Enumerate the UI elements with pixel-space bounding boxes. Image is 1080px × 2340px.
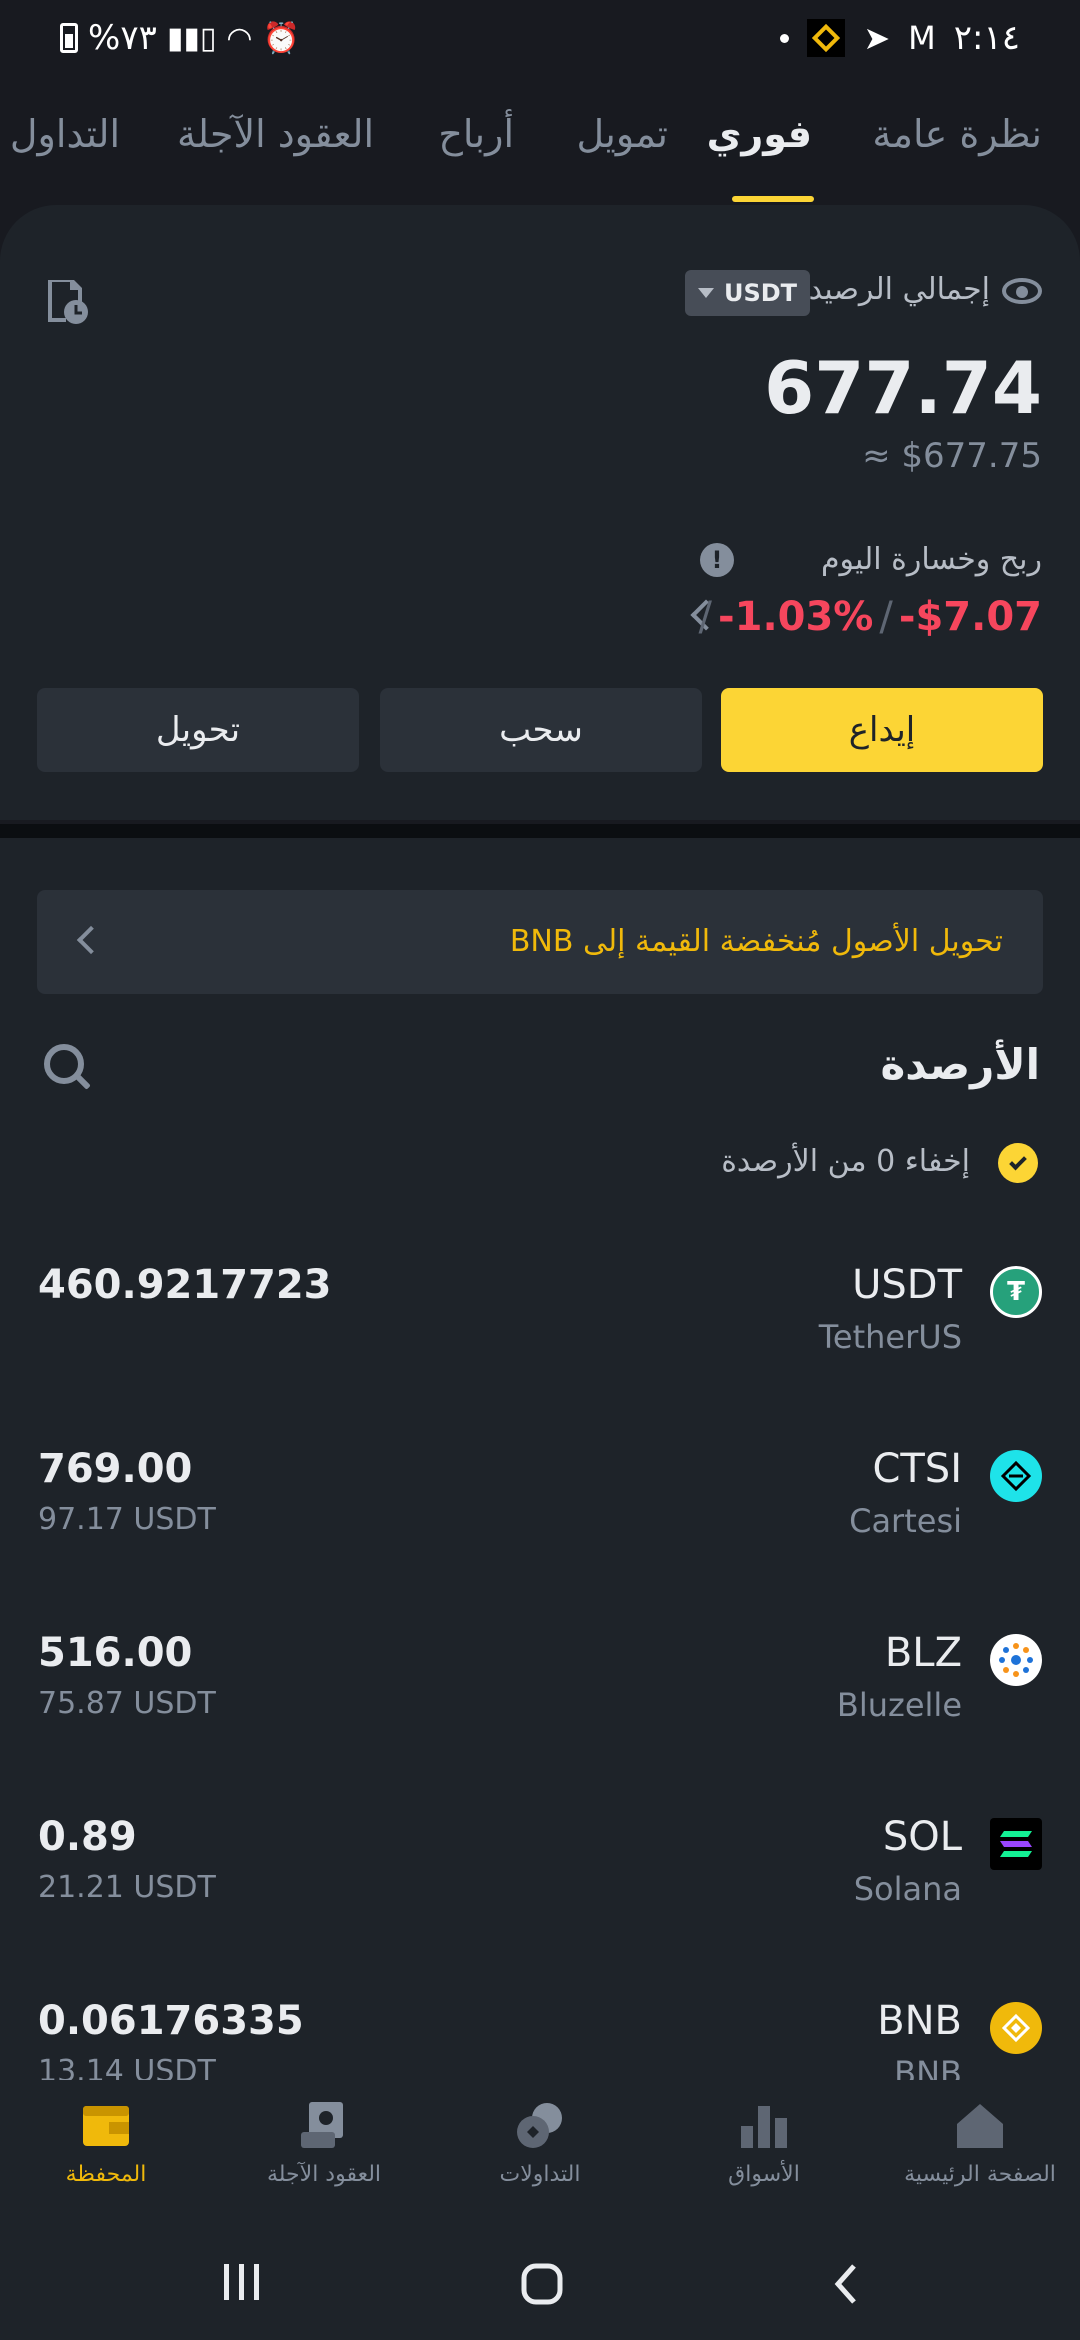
trades-icon: [513, 2100, 567, 2150]
telegram-icon: ➤: [863, 19, 891, 57]
nav-label: العقود الآجلة: [266, 2162, 382, 2187]
status-left: %٧٣ ▮▮▯ ◠ ⏰: [60, 18, 300, 58]
status-bar: %٧٣ ▮▮▯ ◠ ⏰ ➤ M ٢:١٤: [0, 0, 1080, 84]
asset-name: Cartesi: [849, 1502, 962, 1540]
asset-symbol: BLZ: [884, 1630, 962, 1676]
asset-amount: 516.00: [38, 1630, 193, 1676]
nav-label: التداولات: [499, 2162, 581, 2187]
asset-name: Solana: [853, 1870, 962, 1908]
sol-coin-icon: [990, 1818, 1042, 1870]
home-button-icon[interactable]: [520, 2262, 564, 2310]
transfer-button[interactable]: تحويل: [37, 688, 359, 772]
deposit-button[interactable]: إيداع: [721, 688, 1043, 772]
asset-row-usdt[interactable]: ₮ USDT TetherUS 460.9217723: [0, 1262, 1080, 1412]
balances-title: الأرصدة: [880, 1040, 1041, 1089]
withdraw-button[interactable]: سحب: [380, 688, 702, 772]
ctsi-coin-icon: [990, 1450, 1042, 1502]
total-balance-label: إجمالي الرصيد: [808, 272, 990, 307]
eye-icon[interactable]: [1002, 278, 1042, 304]
balance-usd-approx: ≈ $677.75: [862, 436, 1042, 476]
nav-label: المحفظة: [65, 2162, 147, 2187]
asset-name: BNB: [894, 2054, 962, 2082]
hide-zero-checkbox[interactable]: [998, 1143, 1038, 1183]
asset-symbol: SOL: [882, 1814, 962, 1860]
nav-label: الأسواق: [728, 2162, 800, 2187]
signal-icon: ▮▮▯: [166, 20, 217, 56]
asset-value: 75.87 USDT: [38, 1686, 216, 1721]
wifi-icon: ◠: [226, 20, 253, 56]
section-divider: [0, 824, 1080, 838]
asset-amount: 0.06176335: [38, 1998, 304, 2044]
alarm-icon: ⏰: [262, 20, 300, 56]
recent-apps-icon[interactable]: [220, 2262, 264, 2306]
active-tab-indicator: [732, 196, 814, 202]
asset-row-sol[interactable]: SOL Solana 0.89 21.21 USDT: [0, 1814, 1080, 1964]
nav-wallet[interactable]: المحفظة: [6, 2100, 206, 2187]
wallet-tabs: نظرة عامة فوري تمويل أرباح العقود الآجلة…: [0, 100, 1080, 210]
blz-coin-icon: [990, 1634, 1042, 1686]
markets-icon: [737, 2100, 791, 2150]
tab-overview[interactable]: نظرة عامة: [872, 112, 1042, 156]
history-icon[interactable]: [46, 276, 90, 326]
back-icon[interactable]: [830, 2262, 860, 2310]
currency-label: USDT: [723, 279, 798, 307]
total-balance-amount: 677.74: [764, 346, 1042, 430]
info-icon[interactable]: !: [700, 543, 734, 577]
pnl-label: ربح وخسارة اليوم: [820, 542, 1042, 577]
asset-amount: 769.00: [38, 1446, 193, 1492]
chevron-down-icon: [697, 288, 714, 298]
hide-zero-label: إخفاء 0 من الأرصدة: [721, 1144, 970, 1179]
nav-markets[interactable]: الأسواق: [664, 2100, 864, 2187]
nav-futures[interactable]: العقود الآجلة: [224, 2100, 424, 2187]
battery-icon: [60, 23, 78, 53]
tab-trading[interactable]: التداول ا: [0, 112, 120, 156]
asset-amount: 0.89: [38, 1814, 137, 1860]
currency-selector[interactable]: USDT: [685, 270, 810, 316]
pnl-amount: -$7.07: [898, 594, 1042, 640]
bottom-navigation: الصفحة الرئيسية الأسواق التداولات العقود…: [0, 2080, 1080, 2220]
pnl-percent: -1.03%: [718, 594, 874, 640]
convert-small-assets-banner[interactable]: تحويل الأصول مُنخفضة القيمة إلى BNB: [37, 890, 1043, 994]
nav-label: الصفحة الرئيسية: [904, 2162, 1056, 2187]
asset-value: 13.14 USDT: [38, 2054, 216, 2082]
status-right: ➤ M ٢:١٤: [780, 18, 1020, 58]
home-icon: [953, 2100, 1007, 2150]
separator: /: [698, 594, 713, 640]
clock-time: ٢:١٤: [953, 18, 1020, 58]
asset-row-ctsi[interactable]: CTSI Cartesi 769.00 97.17 USDT: [0, 1446, 1080, 1596]
gmail-icon: M: [908, 19, 936, 57]
bnb-coin-icon: [990, 2002, 1042, 2054]
asset-row-bnb[interactable]: BNB BNB 0.06176335 13.14 USDT: [0, 1998, 1080, 2082]
tab-earn[interactable]: أرباح: [438, 112, 514, 156]
notification-dot-icon: [780, 33, 790, 43]
asset-name: Bluzelle: [836, 1686, 962, 1724]
asset-symbol: BNB: [877, 1998, 962, 2044]
asset-name: TetherUS: [818, 1318, 962, 1356]
pnl-values[interactable]: / -1.03% / -$7.07: [699, 594, 1042, 640]
battery-text: %٧٣: [88, 18, 157, 58]
search-icon[interactable]: [44, 1044, 84, 1084]
tab-funding[interactable]: تمويل: [576, 112, 668, 156]
usdt-coin-icon: ₮: [990, 1266, 1042, 1318]
futures-icon: [297, 2100, 351, 2150]
binance-notification-icon: [807, 19, 846, 57]
tab-spot[interactable]: فوري: [707, 112, 812, 156]
nav-home[interactable]: الصفحة الرئيسية: [880, 2100, 1080, 2187]
asset-amount: 460.9217723: [38, 1262, 332, 1308]
banner-text: تحويل الأصول مُنخفضة القيمة إلى BNB: [509, 924, 1003, 959]
nav-trades[interactable]: التداولات: [440, 2100, 640, 2187]
asset-value: 97.17 USDT: [38, 1502, 216, 1537]
asset-symbol: USDT: [852, 1262, 962, 1308]
chevron-left-icon: [76, 925, 106, 955]
separator: /: [879, 594, 893, 640]
system-navigation-bar: [0, 2220, 1080, 2340]
asset-value: 21.21 USDT: [38, 1870, 216, 1905]
tab-futures[interactable]: العقود الآجلة: [177, 112, 374, 156]
checkmark-icon: [1009, 1152, 1027, 1170]
wallet-icon: [79, 2100, 133, 2150]
asset-symbol: CTSI: [872, 1446, 962, 1492]
asset-row-blz[interactable]: BLZ Bluzelle 516.00 75.87 USDT: [0, 1630, 1080, 1780]
